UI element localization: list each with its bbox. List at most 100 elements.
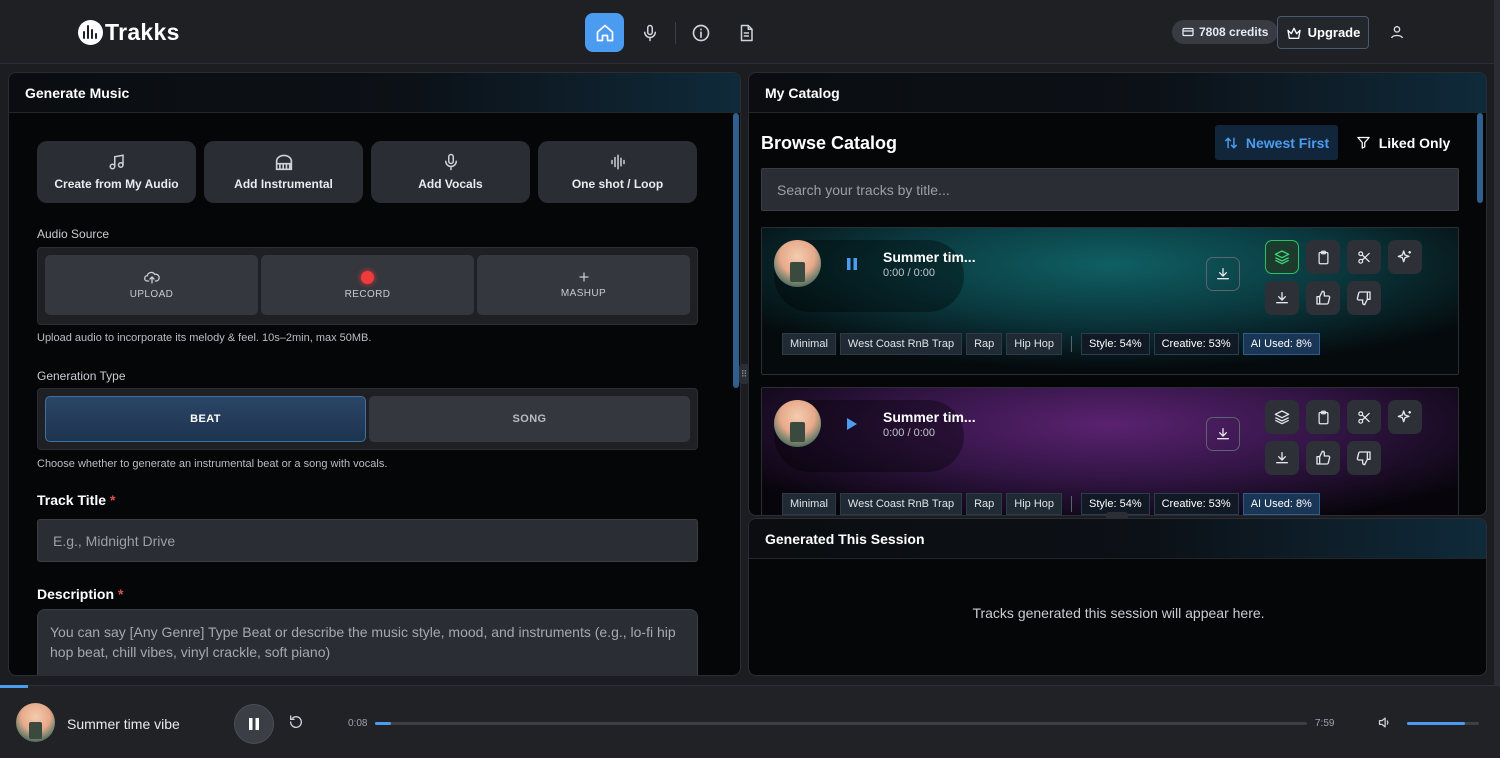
catalog-search-input[interactable]: Search your tracks by title... <box>761 168 1459 211</box>
genre-tag[interactable]: Hip Hop <box>1006 493 1063 515</box>
track-tags: Minimal West Coast RnB Trap Rap Hip Hop … <box>782 493 1320 515</box>
genre-tag[interactable]: West Coast RnB Trap <box>839 333 963 355</box>
download-icon <box>1276 292 1288 304</box>
like-button[interactable] <box>1306 281 1340 315</box>
microphone-icon <box>444 153 457 171</box>
app-logo[interactable]: Trakks <box>78 19 180 46</box>
volume-icon <box>1378 717 1389 728</box>
mode-label: Add Instrumental <box>234 177 333 191</box>
nav-record-button[interactable] <box>630 13 669 52</box>
source-label: MASHUP <box>560 288 607 299</box>
dislike-button[interactable] <box>1347 441 1381 475</box>
genre-tag[interactable]: Rap <box>966 333 1003 355</box>
track-pause-button[interactable] <box>844 254 860 274</box>
generate-music-panel: Generate Music Create from My Audio Add … <box>8 72 741 676</box>
tag-divider <box>1071 336 1073 352</box>
mode-add-vocals-button[interactable]: Add Vocals <box>371 141 530 203</box>
generation-type-label: Generation Type <box>37 369 126 383</box>
mashup-button[interactable]: MASHUP <box>477 255 690 315</box>
player-track-title: Summer time vibe <box>67 716 180 732</box>
catalog-scrollbar[interactable] <box>1477 113 1483 203</box>
like-button[interactable] <box>1306 441 1340 475</box>
upgrade-button[interactable]: Upgrade <box>1277 16 1369 49</box>
nav-docs-button[interactable] <box>726 13 765 52</box>
page-scrollbar[interactable] <box>1494 0 1500 685</box>
generation-type-group: BEAT SONG <box>37 388 698 450</box>
user-menu-button[interactable] <box>1386 21 1408 43</box>
genre-tag[interactable]: West Coast RnB Trap <box>839 493 963 515</box>
track-title-input[interactable]: E.g., Midnight Drive <box>37 519 698 562</box>
player-pause-button[interactable] <box>234 704 274 744</box>
ai-enhance-button[interactable] <box>1388 240 1422 274</box>
download-icon <box>1217 428 1229 440</box>
copy-button[interactable] <box>1306 240 1340 274</box>
track-artwork <box>774 400 821 447</box>
mode-label: One shot / Loop <box>571 177 664 191</box>
genre-tag[interactable]: Minimal <box>782 333 836 355</box>
replay-icon <box>289 715 302 728</box>
record-button[interactable]: RECORD <box>261 255 474 315</box>
track-time: 0:00 / 0:00 <box>883 267 935 279</box>
user-icon <box>1391 26 1403 39</box>
audio-source-hint: Upload audio to incorporate its melody &… <box>37 332 372 344</box>
browse-catalog-heading: Browse Catalog <box>761 133 898 153</box>
stems-button[interactable] <box>1265 400 1299 434</box>
record-dot-icon <box>361 270 374 284</box>
genre-tag[interactable]: Minimal <box>782 493 836 515</box>
volume-fill <box>1407 722 1465 725</box>
generate-scrollbar[interactable] <box>733 113 739 388</box>
thumbs-down-icon <box>1356 451 1371 466</box>
download-alt-button[interactable] <box>1265 441 1299 475</box>
player-replay-button[interactable] <box>288 714 306 732</box>
track-card: Summer tim... 0:00 / 0:00 Minimal West C… <box>761 227 1459 375</box>
sort-newest-button[interactable]: Newest First <box>1215 125 1338 160</box>
download-button[interactable] <box>1206 257 1240 291</box>
player-current-time: 0:08 <box>348 718 368 729</box>
audio-player-bar: Summer time vibe 0:08 7:59 <box>0 685 1500 758</box>
track-card: Summer tim... 0:00 / 0:00 Minimal West C… <box>761 387 1459 515</box>
volume-slider[interactable] <box>1407 722 1479 725</box>
description-textarea[interactable]: You can say [Any Genre] Type Beat or des… <box>37 609 698 675</box>
clipboard-icon <box>1318 250 1328 264</box>
nav-info-button[interactable] <box>681 13 720 52</box>
nav-home-button[interactable] <box>585 13 624 52</box>
type-song-button[interactable]: SONG <box>369 396 690 442</box>
clipboard-icon <box>1318 410 1328 424</box>
cut-button[interactable] <box>1347 400 1381 434</box>
liked-only-filter-button[interactable]: Liked Only <box>1353 125 1453 160</box>
logo-waveform-icon <box>78 20 103 45</box>
creative-metric: Creative: 53% <box>1153 493 1239 515</box>
stems-button[interactable] <box>1265 240 1299 274</box>
mode-create-from-audio-button[interactable]: Create from My Audio <box>37 141 196 203</box>
upload-cloud-icon <box>143 271 160 284</box>
ai-enhance-button[interactable] <box>1388 400 1422 434</box>
ai-used-metric: AI Used: 8% <box>1242 493 1320 515</box>
download-alt-button[interactable] <box>1265 281 1299 315</box>
card-icon <box>1182 27 1194 37</box>
download-icon <box>1276 452 1288 464</box>
track-title: Summer tim... <box>883 249 976 265</box>
upload-button[interactable]: UPLOAD <box>45 255 258 315</box>
mode-one-shot-loop-button[interactable]: One shot / Loop <box>538 141 697 203</box>
nav-divider <box>675 21 676 44</box>
credits-badge[interactable]: 7808 credits <box>1172 20 1279 44</box>
mode-add-instrumental-button[interactable]: Add Instrumental <box>204 141 363 203</box>
mode-selector: Create from My Audio Add Instrumental Ad… <box>37 141 697 203</box>
sparkles-icon <box>1397 410 1411 423</box>
plus-icon <box>578 272 589 282</box>
download-button[interactable] <box>1206 417 1240 451</box>
genre-tag[interactable]: Rap <box>966 493 1003 515</box>
genre-tag[interactable]: Hip Hop <box>1006 333 1063 355</box>
copy-button[interactable] <box>1306 400 1340 434</box>
crown-icon <box>1286 27 1301 39</box>
home-icon <box>596 24 613 41</box>
dislike-button[interactable] <box>1347 281 1381 315</box>
music-note-icon <box>109 154 124 170</box>
player-seek-bar[interactable] <box>375 722 1307 725</box>
info-icon <box>692 24 709 41</box>
source-label: RECORD <box>344 288 391 300</box>
type-beat-button[interactable]: BEAT <box>45 396 366 442</box>
track-play-button[interactable] <box>844 414 860 434</box>
cut-button[interactable] <box>1347 240 1381 274</box>
volume-button[interactable] <box>1377 715 1393 731</box>
